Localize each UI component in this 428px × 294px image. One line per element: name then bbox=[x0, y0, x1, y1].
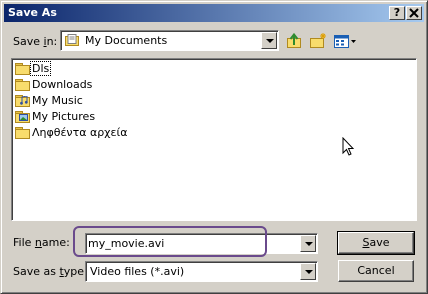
save-as-type-label: Save as type: bbox=[13, 265, 88, 278]
save-as-type-dropdown[interactable]: Video files (*.avi) bbox=[85, 261, 318, 282]
title-bar[interactable]: Save As ? bbox=[4, 4, 424, 22]
file-list[interactable]: Dls Downloads My Music My Pictures Ληφθέ… bbox=[11, 58, 417, 221]
my-documents-icon bbox=[65, 34, 81, 47]
save-in-dropdown-arrow[interactable] bbox=[261, 32, 277, 49]
save-in-value: My Documents bbox=[85, 34, 168, 47]
save-in-dropdown[interactable]: My Documents bbox=[60, 30, 279, 51]
save-as-type-dropdown-arrow[interactable] bbox=[300, 263, 316, 280]
save-in-label: Save in: bbox=[13, 35, 58, 48]
close-button[interactable] bbox=[406, 6, 422, 20]
folder-icon bbox=[15, 79, 31, 91]
cancel-button[interactable]: Cancel bbox=[338, 260, 414, 282]
folder-icon bbox=[15, 63, 31, 75]
save-as-dialog: Save As ? Save in: My Documents Dls Down… bbox=[0, 0, 428, 294]
file-name-label: File name: bbox=[13, 236, 70, 249]
new-folder-icon[interactable] bbox=[308, 31, 328, 51]
close-icon bbox=[409, 8, 419, 18]
file-name-highlight-ring bbox=[73, 226, 267, 257]
mouse-cursor-icon bbox=[342, 137, 355, 156]
pictures-folder-icon bbox=[15, 111, 31, 123]
music-folder-icon bbox=[15, 95, 31, 107]
save-as-type-value: Video files (*.avi) bbox=[90, 265, 185, 278]
help-button[interactable]: ? bbox=[389, 6, 405, 20]
save-button[interactable]: Save bbox=[337, 231, 415, 255]
file-name-dropdown-arrow[interactable] bbox=[300, 235, 316, 252]
folder-icon bbox=[15, 127, 31, 139]
up-folder-icon[interactable] bbox=[285, 31, 305, 51]
help-icon: ? bbox=[393, 6, 401, 19]
view-menu-icon[interactable] bbox=[332, 31, 358, 51]
window-title: Save As bbox=[8, 6, 57, 19]
